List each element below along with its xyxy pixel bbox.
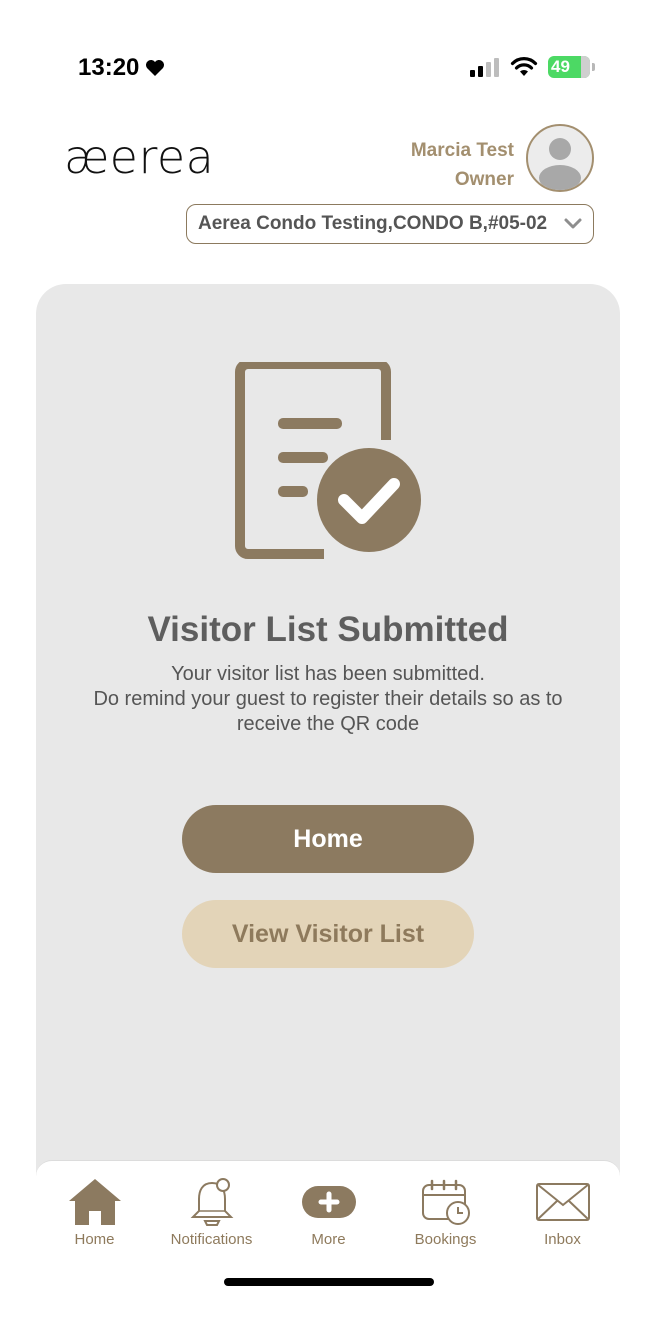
signal-icon	[470, 58, 499, 77]
time-text: 13:20	[78, 54, 140, 81]
nav-item-inbox[interactable]: Inbox	[504, 1177, 621, 1248]
status-time: 13:20	[78, 54, 165, 82]
bottom-nav: Home Notifications More Bookings Inbox	[36, 1160, 620, 1256]
confirmation-message: Your visitor list has been submitted. Do…	[56, 662, 600, 737]
nav-label-bookings: Bookings	[414, 1231, 477, 1248]
wifi-icon	[510, 57, 538, 76]
document-check-icon	[235, 362, 421, 559]
message-line-1: Your visitor list has been submitted.	[171, 663, 485, 685]
status-icons: 49	[470, 56, 595, 78]
view-visitor-list-button[interactable]: View Visitor List	[182, 900, 474, 968]
user-avatar-icon	[539, 138, 581, 190]
aerea-logo: æerea	[64, 130, 215, 184]
chevron-down-icon	[564, 218, 582, 229]
bell-icon	[190, 1178, 233, 1226]
battery-level: 49	[551, 57, 570, 76]
calendar-icon	[421, 1179, 470, 1225]
message-line-2: Do remind your guest to register their d…	[93, 688, 563, 710]
nav-item-more[interactable]: More	[270, 1177, 387, 1248]
nav-label-inbox: Inbox	[544, 1231, 581, 1248]
unit-selector[interactable]: Aerea Condo Testing,CONDO B,#05-02	[186, 204, 594, 244]
user-role: Owner	[454, 169, 514, 190]
nav-item-home[interactable]: Home	[36, 1177, 153, 1248]
message-line-3: receive the QR code	[236, 713, 420, 735]
status-bar: 13:20 49	[0, 0, 656, 130]
nav-label-more: More	[311, 1231, 346, 1248]
home-indicator[interactable]	[224, 1278, 434, 1286]
home-button[interactable]: Home	[182, 805, 474, 873]
page-title: Visitor List Submitted	[147, 610, 509, 649]
unit-selector-value: Aerea Condo Testing,CONDO B,#05-02	[198, 213, 548, 234]
nav-label-home: Home	[74, 1231, 115, 1248]
nav-label-notifications: Notifications	[170, 1231, 253, 1248]
nav-item-bookings[interactable]: Bookings	[387, 1177, 504, 1248]
heart-icon	[146, 60, 165, 76]
avatar[interactable]	[526, 124, 594, 192]
user-name: Marcia Test	[410, 140, 514, 161]
plus-icon	[301, 1186, 356, 1218]
battery-icon: 49	[548, 56, 595, 78]
home-icon	[68, 1179, 121, 1225]
mail-icon	[535, 1183, 590, 1221]
nav-item-notifications[interactable]: Notifications	[153, 1177, 270, 1248]
user-info[interactable]: Marcia Test Owner	[411, 136, 514, 194]
confirmation-card: Visitor List Submitted Your visitor list…	[36, 284, 620, 1184]
